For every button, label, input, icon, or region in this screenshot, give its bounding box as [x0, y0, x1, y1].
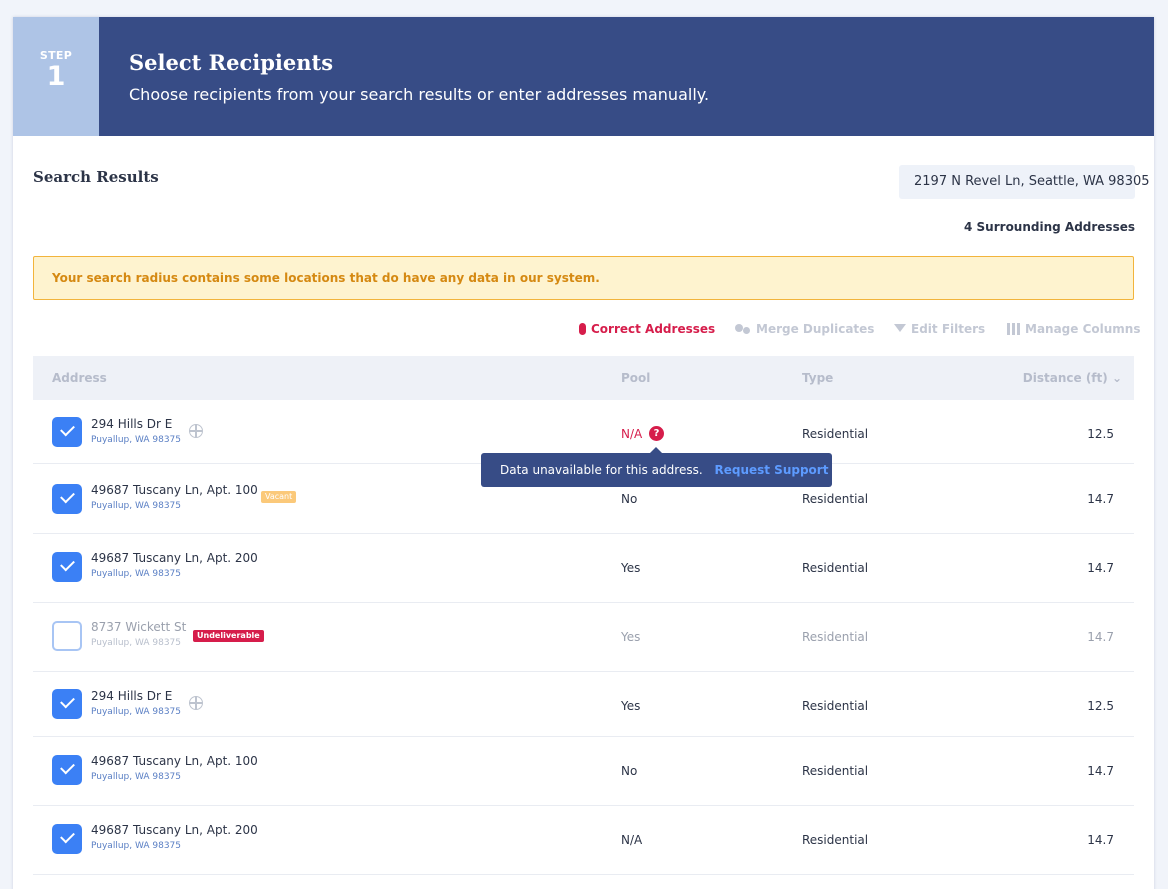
row-checkbox[interactable]: [52, 484, 82, 514]
section-title: Search Results: [33, 168, 159, 186]
row-checkbox[interactable]: [52, 621, 82, 651]
correct-addresses-label: Correct Addresses: [591, 322, 716, 336]
merge-duplicates-button[interactable]: Merge Duplicates: [735, 320, 874, 338]
type-value: Residential: [802, 764, 869, 778]
address-line1: 49687 Tuscany Ln, Apt. 200: [91, 551, 258, 565]
distance-value: 14.7: [1087, 561, 1114, 575]
table-row[interactable]: 49687 Tuscany Ln, Apt. 200 Puyallup, WA …: [33, 534, 1134, 603]
column-header-pool[interactable]: Pool: [621, 371, 650, 385]
crosshair-icon[interactable]: [189, 424, 203, 438]
address-line2: Puyallup, WA 98375: [91, 501, 182, 511]
merge-icon: [735, 323, 751, 335]
edit-filters-button[interactable]: Edit Filters: [894, 320, 985, 338]
distance-header-label: Distance (ft): [1022, 371, 1108, 385]
crosshair-icon[interactable]: [189, 696, 203, 710]
pool-value: N/A: [621, 833, 643, 847]
distance-value: 14.7: [1087, 833, 1114, 847]
columns-icon: [1007, 323, 1020, 335]
table-header: Address Pool Type Distance (ft) ⌄: [33, 356, 1134, 400]
address-line1: 294 Hills Dr E: [91, 689, 173, 703]
pool-value: N/A: [621, 427, 643, 441]
address-line2: Puyallup, WA 98375: [91, 772, 182, 782]
pill-icon: [579, 323, 586, 335]
address-line1: 294 Hills Dr E: [91, 417, 173, 431]
step-number: 1: [46, 61, 66, 92]
pool-value: Yes: [621, 630, 641, 644]
distance-value: 14.7: [1087, 492, 1114, 506]
column-header-type[interactable]: Type: [802, 371, 833, 385]
distance-value: 14.7: [1087, 630, 1114, 644]
address-line1: 49687 Tuscany Ln, Apt. 200: [91, 823, 258, 837]
type-value: Residential: [802, 833, 869, 847]
address-line1: 8737 Wickett St: [91, 620, 187, 634]
surrounding-count: 4 Surrounding Addresses: [964, 220, 1135, 234]
row-checkbox[interactable]: [52, 417, 82, 447]
tooltip-message: Data unavailable for this address.: [500, 463, 703, 477]
table-row[interactable]: 49687 Tuscany Ln, Apt. 200 Puyallup, WA …: [33, 806, 1134, 875]
table-row[interactable]: 49687 Tuscany Ln, Apt. 100 Puyallup, WA …: [33, 737, 1134, 806]
step-indicator: STEP 1: [13, 17, 99, 136]
manage-columns-label: Manage Columns: [1025, 322, 1141, 336]
column-header-address[interactable]: Address: [52, 371, 107, 385]
address-line2: Puyallup, WA 98375: [91, 638, 182, 648]
distance-value: 14.7: [1087, 764, 1114, 778]
row-checkbox[interactable]: [52, 552, 82, 582]
type-value: Residential: [802, 630, 869, 644]
edit-filters-label: Edit Filters: [911, 322, 986, 336]
search-address-field[interactable]: 2197 N Revel Ln, Seattle, WA 98305: [899, 165, 1150, 199]
undeliverable-badge: Undeliverable: [193, 630, 264, 642]
filter-icon: [894, 324, 906, 332]
type-value: Residential: [802, 699, 869, 713]
type-value: Residential: [802, 492, 869, 506]
row-checkbox[interactable]: [52, 755, 82, 785]
pool-value: Yes: [621, 561, 641, 575]
chevron-down-icon: ⌄: [1111, 371, 1122, 385]
address-line2: Puyallup, WA 98375: [91, 569, 182, 579]
vacant-badge: Vacant: [261, 491, 297, 503]
question-icon[interactable]: ?: [649, 426, 664, 441]
address-line2: Puyallup, WA 98375: [91, 707, 182, 717]
column-header-distance[interactable]: Distance (ft) ⌄: [1023, 371, 1122, 385]
table-row[interactable]: 8737 Wickett St Puyallup, WA 98375 Undel…: [33, 603, 1134, 672]
manage-columns-button[interactable]: Manage Columns: [1007, 320, 1140, 338]
pool-value: No: [621, 492, 638, 506]
data-unavailable-tooltip: Data unavailable for this address. Reque…: [481, 447, 832, 487]
page-title: Select Recipients: [129, 50, 334, 75]
request-support-link[interactable]: Request Support: [714, 463, 828, 477]
recipients-panel: STEP 1 Select Recipients Choose recipien…: [13, 17, 1154, 889]
pool-value: Yes: [621, 699, 641, 713]
address-line1: 49687 Tuscany Ln, Apt. 100: [91, 483, 258, 497]
warning-alert: Your search radius contains some locatio…: [33, 256, 1134, 300]
step-header: STEP 1 Select Recipients Choose recipien…: [13, 17, 1154, 136]
type-value: Residential: [802, 427, 869, 441]
distance-value: 12.5: [1087, 427, 1114, 441]
pool-value: No: [621, 764, 638, 778]
distance-value: 12.5: [1087, 699, 1114, 713]
type-value: Residential: [802, 561, 869, 575]
table-row[interactable]: 294 Hills Dr E Puyallup, WA 98375 Yes Re…: [33, 672, 1134, 737]
address-line2: Puyallup, WA 98375: [91, 435, 182, 445]
row-checkbox[interactable]: [52, 824, 82, 854]
correct-addresses-button[interactable]: Correct Addresses: [579, 320, 715, 338]
address-line1: 49687 Tuscany Ln, Apt. 100: [91, 754, 258, 768]
page-subtitle: Choose recipients from your search resul…: [129, 85, 710, 104]
address-line2: Puyallup, WA 98375: [91, 841, 182, 851]
merge-duplicates-label: Merge Duplicates: [756, 322, 875, 336]
row-checkbox[interactable]: [52, 689, 82, 719]
